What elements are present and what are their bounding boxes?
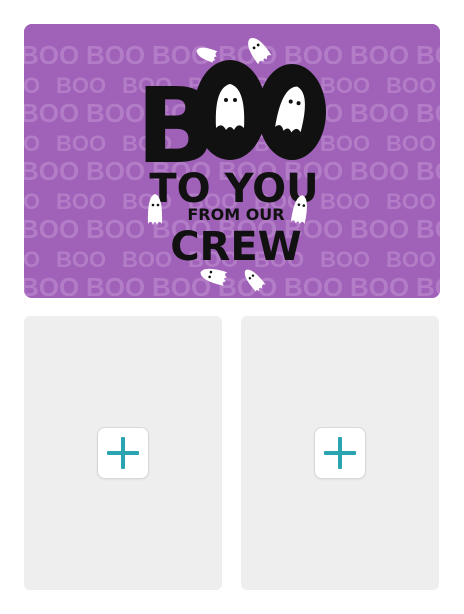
watermark-text: BOO — [24, 98, 79, 128]
watermark-text: BOO — [386, 73, 436, 98]
watermark-text: BOO — [320, 247, 370, 272]
watermark-text: BOO — [386, 131, 436, 156]
add-photo-button[interactable]: Add photo — [97, 427, 149, 479]
card-editor: BOOBOOBOOBOOBOOBOOBOOBOOBOOBOOBOOBOOBOOB… — [0, 0, 464, 614]
watermark-text: BOO — [284, 272, 343, 298]
photo-slot-left[interactable]: Add photo — [24, 316, 222, 590]
watermark-text: BOO — [416, 214, 440, 244]
watermark-text: BOO — [416, 98, 440, 128]
plus-icon — [107, 437, 139, 469]
watermark-text: BOO — [416, 40, 440, 70]
headline-line-four: CREW — [170, 224, 302, 270]
watermark-text: BOO — [416, 272, 440, 298]
watermark-text: BOO — [86, 214, 145, 244]
plus-icon — [324, 437, 356, 469]
watermark-text: BOO — [350, 156, 409, 186]
watermark-text: BOO — [320, 131, 370, 156]
watermark-text: BOO — [56, 131, 106, 156]
photo-slot-right[interactable]: Add photo — [241, 316, 439, 590]
headline-line-three: FROM OUR — [187, 205, 284, 224]
halloween-card[interactable]: BOOBOOBOOBOOBOOBOOBOOBOOBOOBOOBOOBOOBOOB… — [24, 24, 440, 298]
watermark-text: BOO — [24, 131, 40, 156]
watermark-text: BOO — [24, 214, 79, 244]
watermark-text: BOO — [24, 40, 79, 70]
watermark-text: BOO — [416, 156, 440, 186]
add-photo-button[interactable]: Add photo — [314, 427, 366, 479]
watermark-text: BOO — [122, 247, 172, 272]
watermark-text: BOO — [350, 40, 409, 70]
watermark-text: BOO — [350, 272, 409, 298]
watermark-text: BOO — [350, 214, 409, 244]
watermark-text: BOO — [86, 272, 145, 298]
watermark-text: BOO — [320, 73, 370, 98]
watermark-text: BOO — [24, 272, 79, 298]
watermark-text: BOO — [24, 247, 40, 272]
watermark-text: BOO — [386, 247, 436, 272]
watermark-text: BOO — [24, 156, 79, 186]
watermark-text: BOO — [56, 73, 106, 98]
watermark-text: BOO — [56, 189, 106, 214]
watermark-text: BOO — [350, 98, 409, 128]
watermark-text: BOO — [24, 189, 40, 214]
watermark-text: BOO — [24, 73, 40, 98]
watermark-text: BOO — [56, 247, 106, 272]
watermark-text: BOO — [320, 189, 370, 214]
watermark-text: BOO — [386, 189, 436, 214]
